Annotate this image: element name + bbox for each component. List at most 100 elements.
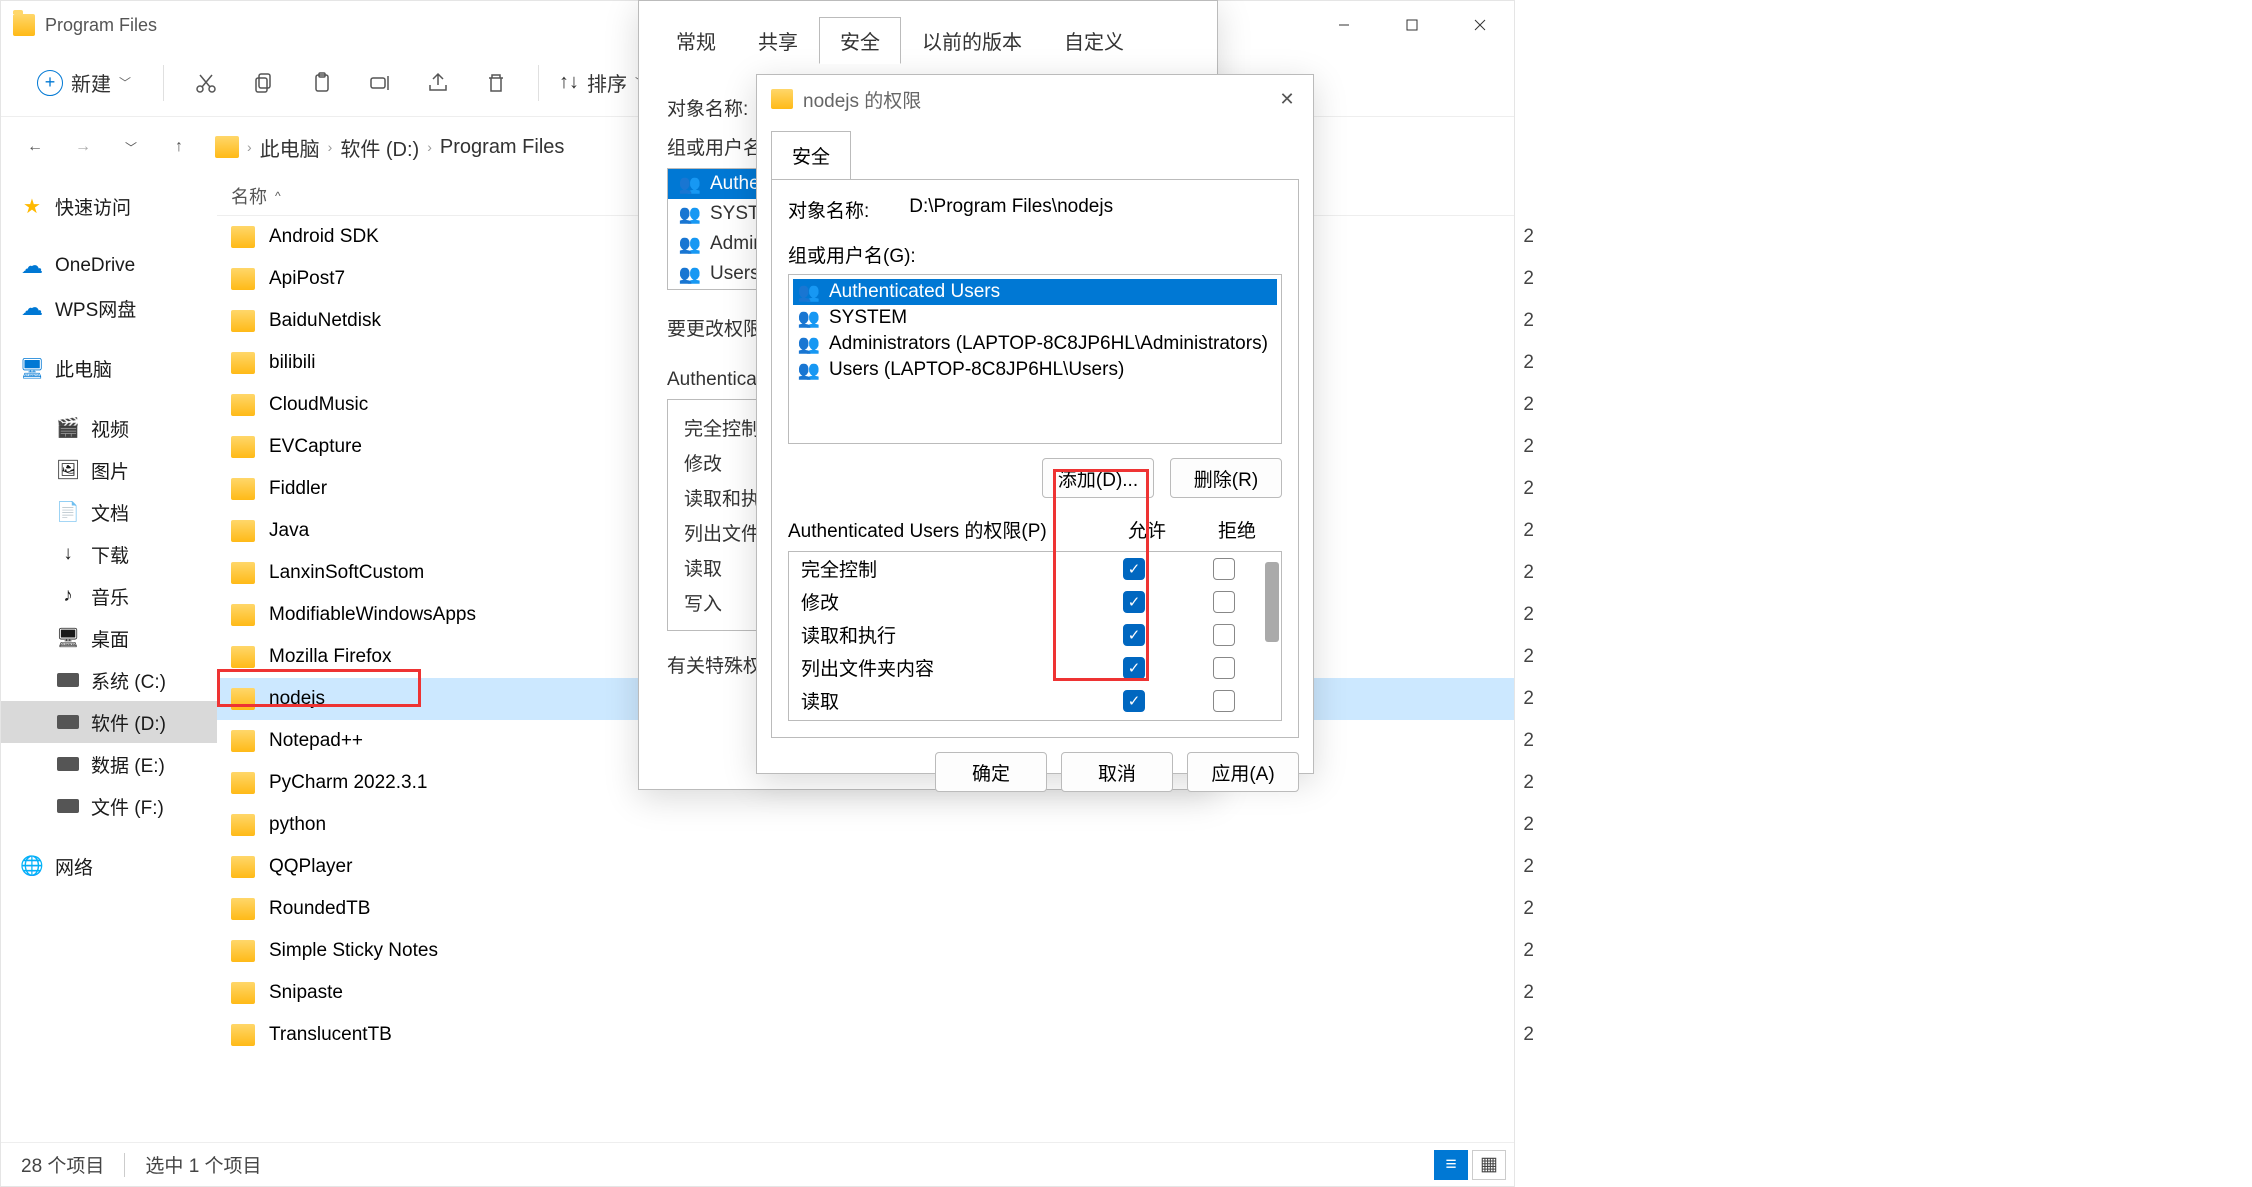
copy-button[interactable]: [242, 61, 286, 105]
allow-checkbox[interactable]: ✓: [1123, 624, 1145, 646]
sidebar-item[interactable]: 📄文档: [1, 491, 217, 533]
sidebar-item-label: 图片: [91, 457, 129, 484]
forward-button[interactable]: →: [61, 125, 105, 169]
close-button[interactable]: [1446, 1, 1514, 49]
sidebar-item-label: 此电脑: [55, 355, 112, 382]
file-date: 2: [1523, 310, 1534, 332]
add-button[interactable]: 添加(D)...: [1042, 458, 1154, 498]
file-name: CloudMusic: [269, 394, 368, 416]
sidebar-item[interactable]: ★快速访问: [1, 185, 217, 227]
allow-checkbox[interactable]: ✓: [1123, 591, 1145, 613]
apply-button[interactable]: 应用(A): [1187, 752, 1299, 792]
tab[interactable]: 常规: [655, 17, 737, 64]
sidebar-item-label: 音乐: [91, 583, 129, 610]
up-button[interactable]: ↑: [157, 125, 201, 169]
sort-indicator-icon: ^: [275, 189, 281, 203]
file-row[interactable]: TranslucentTB2: [217, 1014, 1514, 1056]
cut-button[interactable]: [184, 61, 228, 105]
sidebar-item[interactable]: 🎬视频: [1, 407, 217, 449]
allow-checkbox[interactable]: ✓: [1123, 690, 1145, 712]
share-button[interactable]: [416, 61, 460, 105]
deny-checkbox[interactable]: [1213, 624, 1235, 646]
permission-name: 列出文件夹内容: [801, 654, 1089, 681]
video-icon: 🎬: [57, 417, 79, 439]
file-row[interactable]: python2: [217, 804, 1514, 846]
sort-icon: ↑↓: [559, 71, 579, 94]
file-date: 2: [1523, 772, 1534, 794]
file-date: 2: [1523, 604, 1534, 626]
tab[interactable]: 自定义: [1043, 17, 1145, 64]
tab[interactable]: 共享: [737, 17, 819, 64]
group-row[interactable]: 👥 Users (LAPTOP-8C8JP6HL\Users): [793, 357, 1277, 383]
deny-checkbox[interactable]: [1213, 657, 1235, 679]
group-row[interactable]: 👥Administrators (LAPTOP-8C8JP6HL\Adminis…: [793, 331, 1277, 357]
sidebar-item[interactable]: 数据 (E:): [1, 743, 217, 785]
deny-checkbox[interactable]: [1213, 558, 1235, 580]
folder-icon: [231, 856, 255, 878]
sidebar-item[interactable]: ♪音乐: [1, 575, 217, 617]
sidebar-item[interactable]: ☁WPS网盘: [1, 287, 217, 329]
file-row[interactable]: Snipaste2: [217, 972, 1514, 1014]
minimize-button[interactable]: [1310, 1, 1378, 49]
file-name: TranslucentTB: [269, 1024, 392, 1046]
deny-checkbox[interactable]: [1213, 591, 1235, 613]
user-group-list[interactable]: 👥Authenticated Users👥SYSTEM👥Administrato…: [788, 274, 1282, 444]
sidebar-item[interactable]: ☁OneDrive: [1, 245, 217, 287]
cancel-button[interactable]: 取消: [1061, 752, 1173, 792]
back-button[interactable]: ←: [13, 125, 57, 169]
object-path: D:\Program Files\nodejs: [909, 196, 1113, 223]
sidebar-item-label: 网络: [55, 853, 93, 880]
file-name: Simple Sticky Notes: [269, 940, 438, 962]
delete-button[interactable]: [474, 61, 518, 105]
file-row[interactable]: Simple Sticky Notes2: [217, 930, 1514, 972]
breadcrumb-part[interactable]: 软件 (D:): [340, 133, 419, 162]
sidebar-item[interactable]: 文件 (F:): [1, 785, 217, 827]
group-row[interactable]: 👥Authenticated Users: [793, 279, 1277, 305]
sidebar-item[interactable]: 🌐网络: [1, 845, 217, 887]
tab[interactable]: 安全: [819, 17, 901, 64]
new-button[interactable]: + 新建 ﹀: [25, 62, 143, 103]
tab-security[interactable]: 安全: [771, 131, 851, 179]
ok-button[interactable]: 确定: [935, 752, 1047, 792]
details-view-button[interactable]: ≡: [1434, 1150, 1468, 1180]
group-label: 组或用户名(G):: [788, 241, 1282, 268]
users-icon: 👥: [797, 360, 821, 380]
deny-checkbox[interactable]: [1213, 690, 1235, 712]
sidebar-item[interactable]: 系统 (C:): [1, 659, 217, 701]
recent-dropdown[interactable]: ﹀: [109, 125, 153, 169]
maximize-button[interactable]: [1378, 1, 1446, 49]
group-name: Users (LAPTOP-8C8JP6HL\Users): [829, 359, 1124, 381]
file-row[interactable]: RoundedTB2: [217, 888, 1514, 930]
tab-strip: 常规共享安全以前的版本自定义: [639, 1, 1217, 64]
sidebar-item[interactable]: 🖼图片: [1, 449, 217, 491]
permission-name: 读取和执行: [801, 621, 1089, 648]
group-name: Administrators (LAPTOP-8C8JP6HL\Administ…: [829, 333, 1268, 355]
scrollbar-thumb[interactable]: [1265, 562, 1279, 642]
allow-checkbox[interactable]: ✓: [1123, 657, 1145, 679]
sidebar-item[interactable]: 软件 (D:): [1, 701, 217, 743]
remove-button[interactable]: 删除(R): [1170, 458, 1282, 498]
sidebar: ★快速访问 ☁OneDrive☁WPS网盘 🖥此电脑 🎬视频🖼图片📄文档↓下载♪音乐🖥…: [1, 177, 217, 1142]
allow-checkbox[interactable]: ✓: [1123, 558, 1145, 580]
users-icon: 👥: [678, 174, 702, 194]
breadcrumb[interactable]: › 此电脑 › 软件 (D:) › Program Files: [215, 133, 564, 162]
group-row[interactable]: 👥SYSTEM: [793, 305, 1277, 331]
file-date: 2: [1523, 730, 1534, 752]
sidebar-item[interactable]: 🖥桌面: [1, 617, 217, 659]
folder-icon: [231, 226, 255, 248]
file-row[interactable]: QQPlayer2: [217, 846, 1514, 888]
paste-button[interactable]: [300, 61, 344, 105]
icons-view-button[interactable]: ▦: [1472, 1150, 1506, 1180]
rename-button[interactable]: [358, 61, 402, 105]
breadcrumb-part[interactable]: 此电脑: [260, 133, 320, 162]
file-name: EVCapture: [269, 436, 362, 458]
dialog-title: nodejs 的权限: [803, 86, 921, 113]
tab[interactable]: 以前的版本: [901, 17, 1043, 64]
breadcrumb-part[interactable]: Program Files: [440, 136, 564, 159]
file-name: QQPlayer: [269, 856, 352, 878]
sidebar-item[interactable]: 🖥此电脑: [1, 347, 217, 389]
sidebar-item[interactable]: ↓下载: [1, 533, 217, 575]
close-button[interactable]: ✕: [1267, 81, 1307, 117]
sort-button[interactable]: ↑↓ 排序 ﹀: [559, 68, 647, 97]
item-count: 28 个项目: [21, 1151, 104, 1178]
